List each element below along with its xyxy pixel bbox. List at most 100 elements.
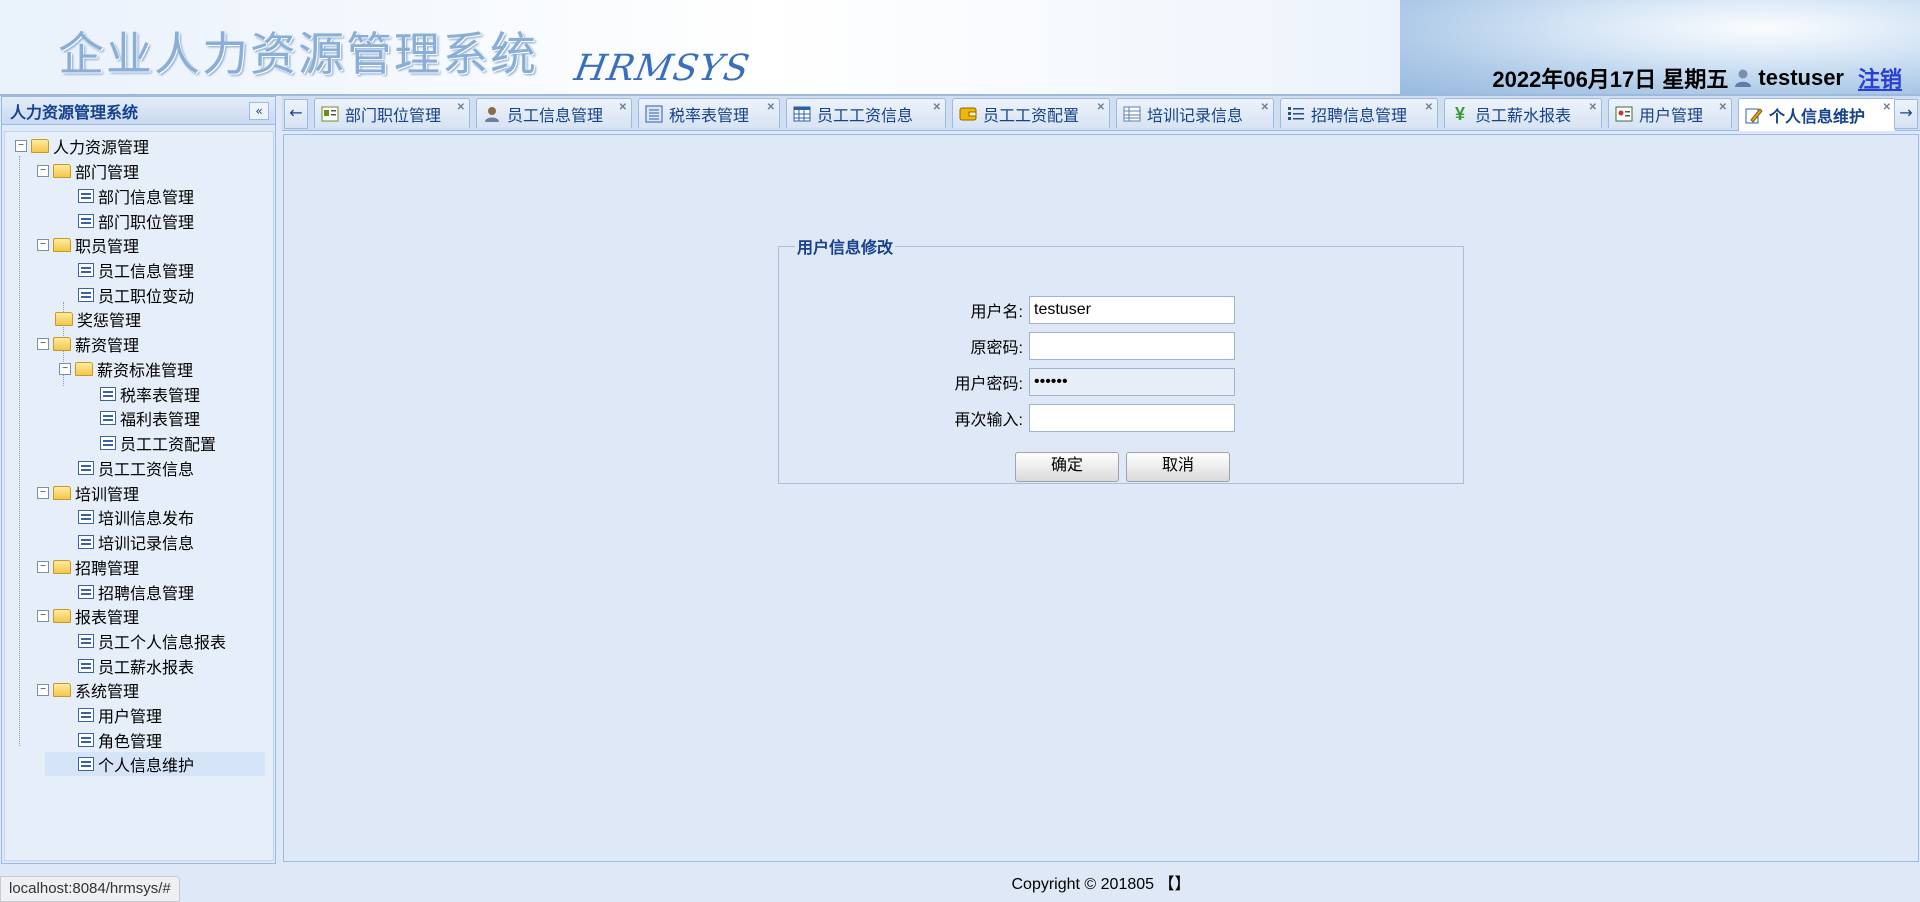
tab-staff-info[interactable]: 员工信息管理 ✕	[476, 98, 632, 128]
tree-node-salary-std[interactable]: − 薪资标准管理	[59, 357, 193, 381]
tab-salary-report[interactable]: ¥ 员工薪水报表 ✕	[1444, 98, 1602, 128]
tab-dept-position[interactable]: 部门职位管理 ✕	[314, 98, 470, 128]
logout-link[interactable]: 注销	[1858, 62, 1902, 94]
tree-item-personal-info[interactable]: 个人信息维护	[45, 752, 265, 776]
close-icon[interactable]: ✕	[619, 102, 627, 113]
close-icon[interactable]: ✕	[1261, 102, 1269, 113]
collapse-icon[interactable]: −	[37, 165, 49, 177]
tree-item-salary-config[interactable]: 员工工资配置	[100, 431, 216, 455]
tree-node-dept[interactable]: − 部门管理	[37, 159, 139, 183]
tree-item-report-personal[interactable]: 员工个人信息报表	[78, 629, 226, 653]
tab-salary-config[interactable]: 员工工资配置 ✕	[952, 98, 1110, 128]
tab-training-record[interactable]: 培训记录信息 ✕	[1116, 98, 1274, 128]
folder-icon	[53, 560, 71, 574]
tab-personal-info[interactable]: 个人信息维护 ✕	[1738, 98, 1896, 131]
password-label: 用户密码:	[954, 376, 1023, 393]
tree-item-role-mgmt[interactable]: 角色管理	[78, 728, 162, 752]
id-card-icon	[321, 105, 339, 123]
collapse-icon[interactable]: −	[37, 610, 49, 622]
close-icon[interactable]: ✕	[767, 102, 775, 113]
tree-item-staff-info[interactable]: 员工信息管理	[78, 258, 194, 282]
tree-label: 福利表管理	[120, 412, 201, 429]
collapse-icon[interactable]: −	[15, 140, 27, 152]
password-field[interactable]: ••••••	[1029, 368, 1235, 396]
close-icon[interactable]: ✕	[1719, 102, 1727, 113]
edit-icon	[1745, 106, 1763, 124]
old-password-label: 原密码:	[970, 340, 1023, 357]
tree-label: 招聘管理	[75, 561, 140, 578]
tree-node-root[interactable]: − 人力资源管理	[15, 134, 149, 158]
tab-scroll-left-icon[interactable]: ←	[284, 99, 308, 129]
close-icon[interactable]: ✕	[933, 102, 941, 113]
tab-recruit-info[interactable]: 招聘信息管理 ✕	[1280, 98, 1438, 128]
confirm-password-label: 再次输入:	[954, 412, 1023, 429]
username-field[interactable]: testuser	[1029, 296, 1235, 324]
tab-bar: ← 部门职位管理 ✕ 员工信息管理 ✕ 税率表管理 ✕ 员工工资信息 ✕ 员工工…	[282, 96, 1920, 131]
tree-item-recruit-info[interactable]: 招聘信息管理	[78, 580, 194, 604]
sidebar: 人力资源管理系统 « − 人力资源管理 − 部门管理 部门信息管理 部门职位管理 −…	[1, 96, 276, 864]
tree-node-system[interactable]: − 系统管理	[37, 678, 139, 702]
collapse-icon[interactable]: −	[37, 684, 49, 696]
tree-label: 角色管理	[98, 734, 163, 751]
tree-item-welfare-table[interactable]: 福利表管理	[100, 406, 200, 430]
tree-node-recruit[interactable]: − 招聘管理	[37, 555, 139, 579]
tree-item-training-publish[interactable]: 培训信息发布	[78, 505, 194, 529]
tree-label: 员工个人信息报表	[98, 635, 227, 652]
tree-label: 报表管理	[75, 610, 140, 627]
page-icon	[78, 659, 94, 673]
confirm-password-field[interactable]	[1029, 404, 1235, 432]
tree-item-salary-info[interactable]: 员工工资信息	[78, 456, 194, 480]
close-icon[interactable]: ✕	[1425, 102, 1433, 113]
tree-node-reward[interactable]: 奖惩管理	[55, 307, 141, 331]
tree-item-report-salary[interactable]: 员工薪水报表	[78, 654, 194, 678]
sidebar-title: 人力资源管理系统	[10, 104, 139, 122]
tree-item-tax-table[interactable]: 税率表管理	[100, 382, 200, 406]
collapse-icon[interactable]: −	[59, 363, 71, 375]
tab-label: 用户管理	[1639, 107, 1704, 125]
tab-user-mgmt[interactable]: 用户管理 ✕	[1608, 98, 1732, 128]
tree-item-dept-info[interactable]: 部门信息管理	[78, 184, 194, 208]
tree-node-training[interactable]: − 培训管理	[37, 481, 139, 505]
page-icon	[78, 214, 94, 228]
tree-label: 人力资源管理	[53, 140, 150, 157]
tree-node-salary[interactable]: − 薪资管理	[37, 332, 139, 356]
old-password-field[interactable]	[1029, 332, 1235, 360]
folder-icon	[53, 238, 71, 252]
tree-item-dept-position[interactable]: 部门职位管理	[78, 209, 194, 233]
tree-label: 员工信息管理	[98, 264, 195, 281]
user-card-icon	[1615, 105, 1633, 123]
collapse-icon[interactable]: −	[37, 561, 49, 573]
tree-item-training-record[interactable]: 培训记录信息	[78, 530, 194, 554]
collapse-icon[interactable]: −	[37, 487, 49, 499]
tree-node-report[interactable]: − 报表管理	[37, 604, 139, 628]
page-icon	[78, 757, 94, 771]
tree-node-staff[interactable]: − 职员管理	[37, 233, 139, 257]
close-icon[interactable]: ✕	[1883, 102, 1891, 113]
tab-salary-info[interactable]: 员工工资信息 ✕	[786, 98, 946, 128]
form-row-old-password: 原密码:	[779, 331, 1465, 361]
page-icon	[78, 535, 94, 549]
tab-content-panel: 用户信息修改 用户名: testuser 原密码: 用户密码: •••••• 再…	[283, 134, 1919, 862]
tree-item-user-mgmt[interactable]: 用户管理	[78, 703, 162, 727]
close-icon[interactable]: ✕	[1097, 102, 1105, 113]
tab-tax-table[interactable]: 税率表管理 ✕	[638, 98, 780, 128]
app-title: 企业人力资源管理系统	[58, 27, 538, 81]
tab-label: 税率表管理	[669, 107, 750, 125]
close-icon[interactable]: ✕	[1589, 102, 1597, 113]
collapse-sidebar-icon[interactable]: «	[249, 101, 269, 120]
tree-label: 员工职位变动	[98, 289, 195, 306]
tree-item-staff-position-change[interactable]: 员工职位变动	[78, 283, 194, 307]
tab-scroll-right-icon[interactable]: →	[1894, 99, 1918, 129]
collapse-icon[interactable]: −	[37, 239, 49, 251]
current-date: 2022年06月17日 星期五	[1492, 67, 1729, 92]
ok-button[interactable]: 确定	[1015, 452, 1119, 482]
tree-label: 部门管理	[75, 165, 140, 182]
yen-icon: ¥	[1454, 103, 1465, 124]
collapse-icon[interactable]: −	[37, 338, 49, 350]
cancel-button[interactable]: 取消	[1126, 452, 1230, 482]
tree-label: 培训记录信息	[98, 536, 195, 553]
app-subtitle: HRMSYS	[571, 48, 754, 89]
username-label: 用户名:	[970, 304, 1023, 321]
close-icon[interactable]: ✕	[457, 102, 465, 113]
tree-label: 招聘信息管理	[98, 586, 195, 603]
